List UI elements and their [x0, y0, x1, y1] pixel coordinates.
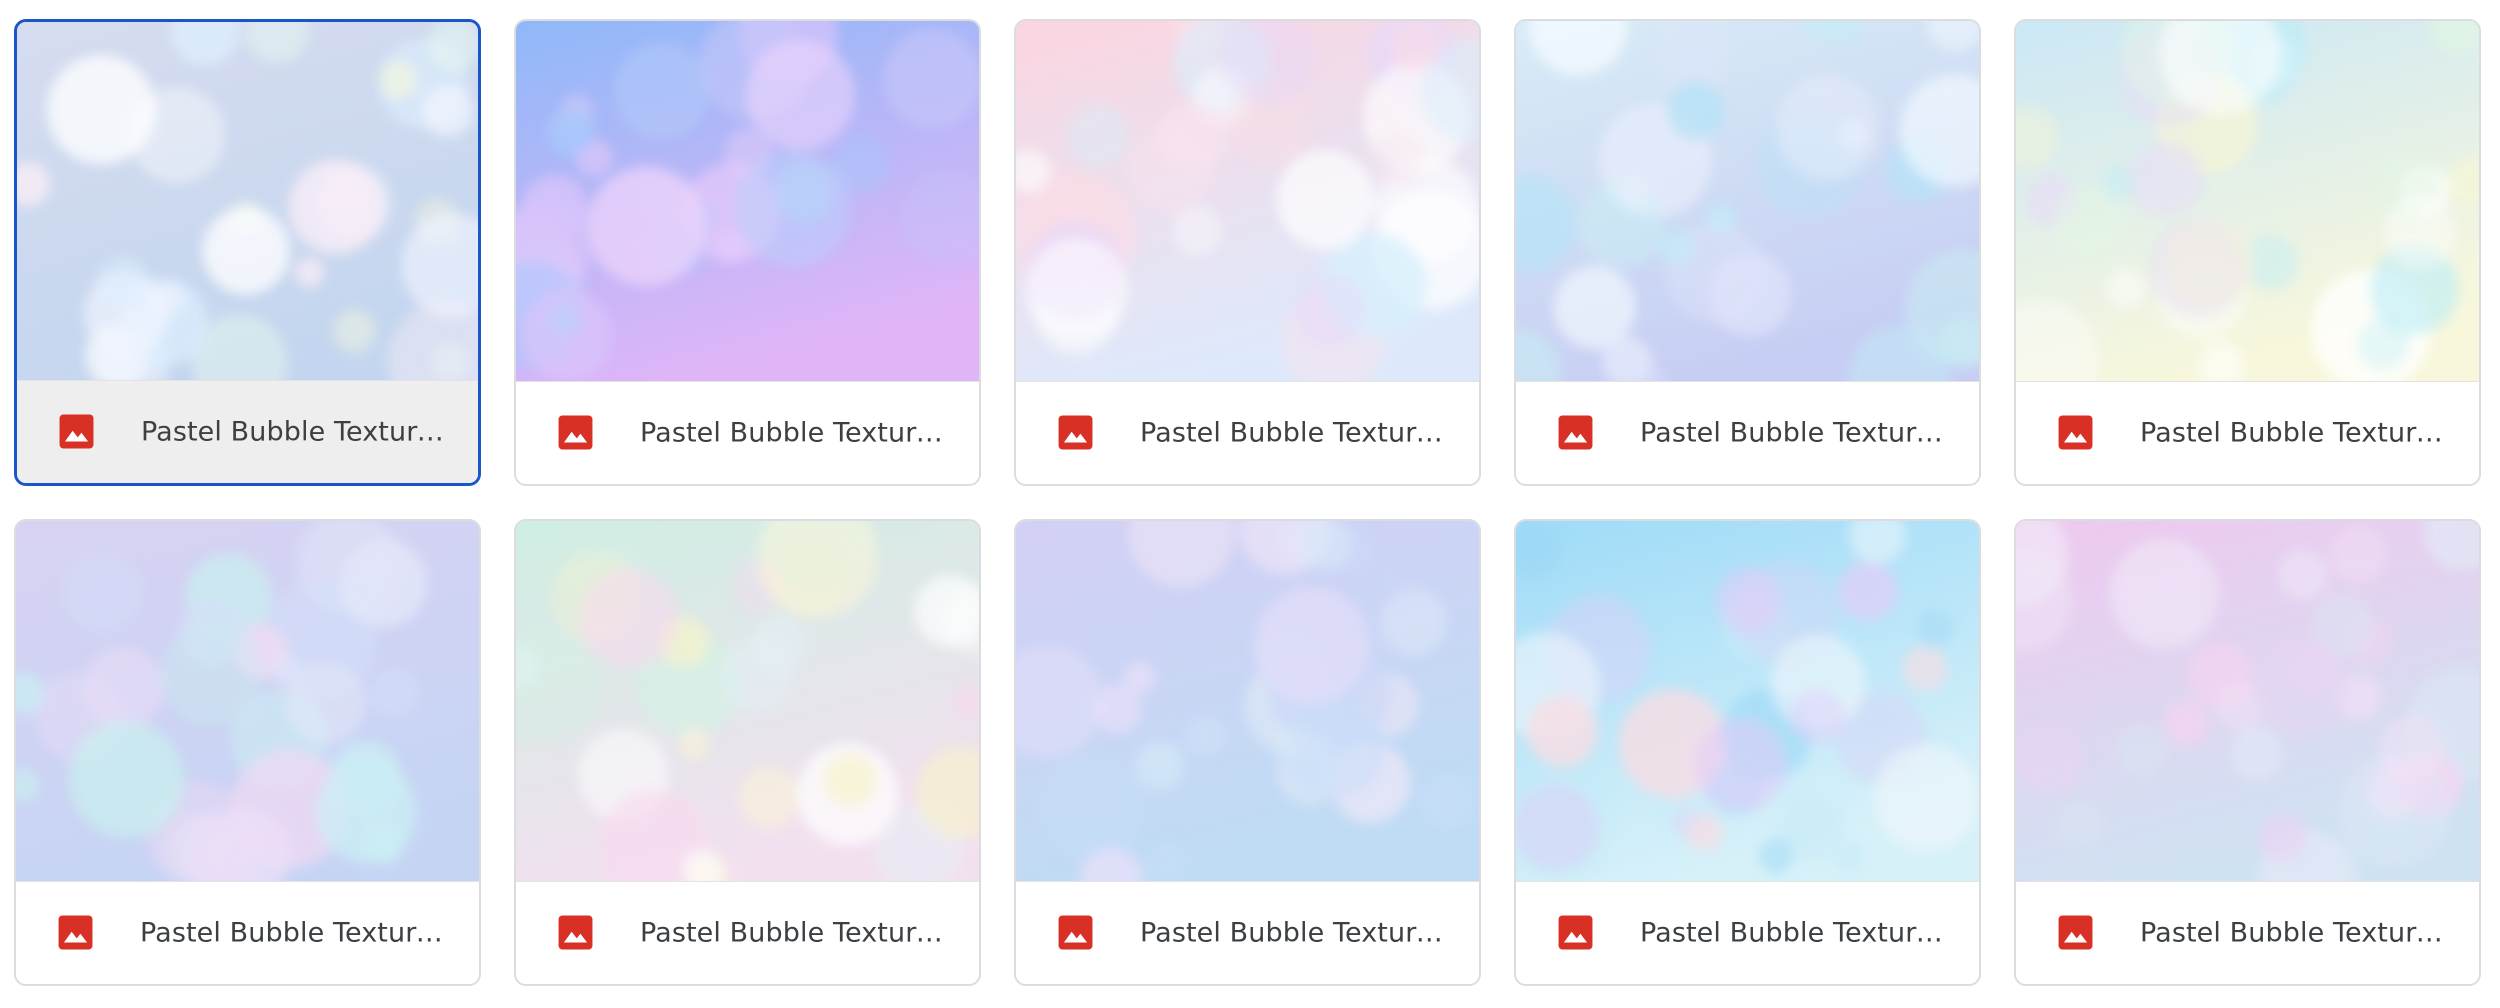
file-name: Pastel Bubble Texture ...	[1640, 417, 1951, 449]
image-file-icon	[557, 414, 594, 451]
file-thumbnail[interactable]	[17, 22, 478, 380]
file-thumbnail[interactable]	[516, 521, 979, 881]
file-thumbnail[interactable]	[2016, 21, 2479, 381]
file-card-7[interactable]: Pastel Bubble Texture ...	[514, 519, 981, 986]
file-thumbnail[interactable]	[1516, 21, 1979, 381]
file-card-footer[interactable]: Pastel Bubble Texture ...	[2016, 381, 2479, 484]
file-card-3[interactable]: Pastel Bubble Texture ...	[1014, 19, 1481, 486]
file-card-8[interactable]: Pastel Bubble Texture ...	[1014, 519, 1481, 986]
file-name: Pastel Bubble Texture ...	[2140, 417, 2451, 449]
image-file-icon	[557, 914, 594, 951]
file-card-footer[interactable]: Pastel Bubble Texture ...	[17, 380, 478, 483]
file-name: Pastel Bubble Texture ...	[1140, 417, 1451, 449]
image-file-icon	[1557, 914, 1594, 951]
image-file-icon	[1057, 414, 1094, 451]
file-card-footer[interactable]: Pastel Bubble Texture ...	[1516, 881, 1979, 984]
file-grid: Pastel Bubble Texture ... Pastel Bubble …	[14, 19, 2481, 986]
file-name: Pastel Bubble Texture ...	[1140, 917, 1451, 949]
file-thumbnail[interactable]	[516, 21, 979, 381]
file-thumbnail[interactable]	[1016, 21, 1479, 381]
file-thumbnail[interactable]	[16, 521, 479, 881]
file-thumbnail[interactable]	[1516, 521, 1979, 881]
file-card-footer[interactable]: Pastel Bubble Texture ...	[1016, 381, 1479, 484]
file-card-4[interactable]: Pastel Bubble Texture ...	[1514, 19, 1981, 486]
image-file-icon	[58, 413, 95, 450]
file-card-5[interactable]: Pastel Bubble Texture ...	[2014, 19, 2481, 486]
file-card-footer[interactable]: Pastel Bubble Texture ...	[1016, 881, 1479, 984]
image-file-icon	[2057, 914, 2094, 951]
file-thumbnail[interactable]	[2016, 521, 2479, 881]
image-file-icon	[2057, 414, 2094, 451]
file-card-10[interactable]: Pastel Bubble Texture ...	[2014, 519, 2481, 986]
file-card-6[interactable]: Pastel Bubble Texture ...	[14, 519, 481, 986]
file-name: Pastel Bubble Texture ...	[140, 917, 451, 949]
file-name: Pastel Bubble Texture ...	[2140, 917, 2451, 949]
image-file-icon	[1057, 914, 1094, 951]
file-card-1[interactable]: Pastel Bubble Texture ...	[14, 19, 481, 486]
file-card-9[interactable]: Pastel Bubble Texture ...	[1514, 519, 1981, 986]
image-file-icon	[57, 914, 94, 951]
file-thumbnail[interactable]	[1016, 521, 1479, 881]
file-card-footer[interactable]: Pastel Bubble Texture ...	[516, 381, 979, 484]
file-card-footer[interactable]: Pastel Bubble Texture ...	[16, 881, 479, 984]
image-file-icon	[1557, 414, 1594, 451]
file-card-footer[interactable]: Pastel Bubble Texture ...	[1516, 381, 1979, 484]
file-name: Pastel Bubble Texture ...	[640, 917, 951, 949]
file-name: Pastel Bubble Texture ...	[640, 417, 951, 449]
file-name: Pastel Bubble Texture ...	[1640, 917, 1951, 949]
file-card-footer[interactable]: Pastel Bubble Texture ...	[2016, 881, 2479, 984]
file-card-footer[interactable]: Pastel Bubble Texture ...	[516, 881, 979, 984]
file-name: Pastel Bubble Texture ...	[141, 416, 450, 448]
file-card-2[interactable]: Pastel Bubble Texture ...	[514, 19, 981, 486]
